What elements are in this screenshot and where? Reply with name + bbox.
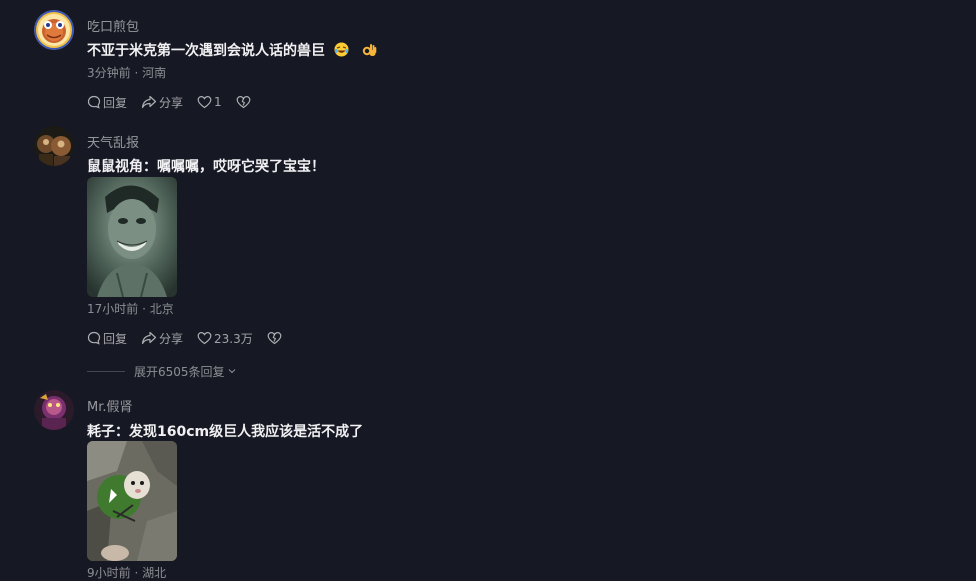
reply-button[interactable]: 回复: [87, 94, 127, 111]
rolling-laughing-emoji: [334, 42, 349, 57]
dislike-button[interactable]: [236, 95, 253, 109]
expand-replies-label: 展开6505条回复: [134, 364, 225, 379]
avatar[interactable]: [34, 10, 74, 50]
expand-replies-button[interactable]: 展开6505条回复: [87, 363, 237, 379]
broken-heart-icon: [236, 95, 251, 109]
share-button[interactable]: 分享: [141, 330, 183, 347]
like-button[interactable]: 1: [197, 95, 222, 109]
heart-icon: [197, 95, 212, 109]
comment-meta: 9小时前 · 湖北: [87, 566, 167, 580]
username[interactable]: 天气乱报: [87, 132, 139, 151]
chevron-down-icon: [228, 369, 235, 374]
username[interactable]: Mr.假肾: [87, 396, 133, 415]
like-count: 23.3万: [214, 331, 253, 346]
share-icon: [141, 331, 157, 345]
heart-icon: [197, 331, 212, 345]
comment-image[interactable]: [87, 441, 177, 561]
share-icon: [141, 95, 157, 109]
username[interactable]: 吃口煎包: [87, 16, 139, 35]
share-button[interactable]: 分享: [141, 94, 183, 111]
comment-meta: 17小时前 · 北京: [87, 302, 174, 316]
share-label: 分享: [159, 331, 184, 346]
avatar[interactable]: [34, 126, 74, 166]
divider: [87, 370, 125, 372]
reply-label: 回复: [103, 95, 128, 110]
comment-text: 鼠鼠视角：嘱嘱嘱，哎呀它哭了宝宝！: [87, 159, 325, 175]
reply-icon: [87, 331, 101, 345]
reply-button[interactable]: 回复: [87, 330, 127, 347]
comment-meta: 3分钟前 · 河南: [87, 66, 167, 80]
reply-icon: [87, 95, 101, 109]
comment-text-body: 不亚于米克第一次遇到会说人话的兽巨: [87, 43, 325, 59]
dislike-button[interactable]: [267, 331, 284, 345]
comment-actions: 回复 分享 23.3万: [87, 329, 298, 347]
comment-actions: 回复 分享 1: [87, 93, 267, 111]
avatar[interactable]: [34, 390, 74, 430]
like-button[interactable]: 23.3万: [197, 330, 253, 347]
share-label: 分享: [159, 95, 184, 110]
comment-image[interactable]: [87, 177, 177, 297]
reply-label: 回复: [103, 331, 128, 346]
ok-hand-emoji: [362, 42, 377, 57]
comment-text: 不亚于米克第一次遇到会说人话的兽巨: [87, 40, 377, 60]
broken-heart-icon: [267, 331, 282, 345]
like-count: 1: [214, 95, 222, 109]
comment-text: 耗子：发现160cm级巨人我应该是活不成了: [87, 424, 364, 440]
